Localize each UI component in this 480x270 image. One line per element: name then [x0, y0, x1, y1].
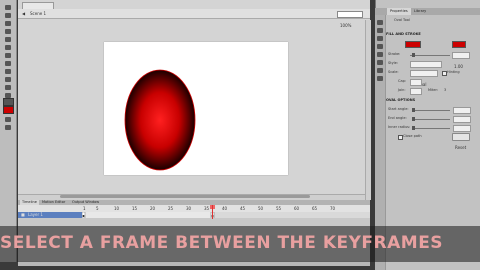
frame-number: 20 [150, 206, 156, 211]
fill-color-swatch[interactable] [3, 106, 14, 114]
eyedropper-tool-icon[interactable] [2, 116, 13, 123]
frame-number: 65 [312, 206, 318, 211]
edit-bar: ◀ Scene 1 [18, 9, 370, 19]
reset-button[interactable]: Reset [452, 133, 470, 150]
zoom-select[interactable]: 100% [337, 11, 363, 28]
frame-number: 35 [204, 206, 210, 211]
close-path-label: Close path [403, 134, 422, 138]
fill-stroke-section-title[interactable]: FILL AND STROKE [386, 32, 421, 37]
lasso-tool-icon[interactable] [2, 36, 13, 43]
frame-number: 50 [258, 206, 264, 211]
cap-label: Cap: [398, 79, 406, 83]
inner-radius-label: Inner radius: [388, 125, 411, 129]
align-icon[interactable] [377, 20, 383, 25]
actions-icon[interactable] [377, 76, 383, 81]
inner-radius-slider[interactable] [412, 128, 450, 129]
free-transform-tool-icon[interactable] [2, 20, 13, 27]
stroke-slider[interactable] [410, 55, 450, 56]
frame-number: 15 [132, 206, 138, 211]
start-angle-field[interactable]: 0.00 [453, 107, 471, 124]
layer-name-cell[interactable]: ■ Layer 1 [18, 212, 82, 218]
stroke-value: 1.00 [454, 64, 463, 69]
stroke-slider-knob[interactable] [412, 53, 415, 57]
info-icon[interactable] [377, 44, 383, 49]
frame-number: 1 [83, 206, 86, 211]
stroke-color-swatch[interactable] [3, 98, 14, 106]
stage[interactable] [104, 42, 288, 175]
eraser-tool-icon[interactable] [2, 124, 13, 131]
end-angle-field[interactable]: 0.00 [453, 116, 471, 133]
pen-tool-icon[interactable] [2, 44, 13, 51]
text-tool-icon[interactable] [2, 52, 13, 59]
color-icon[interactable] [377, 28, 383, 33]
zoom-value: 100% [340, 23, 352, 28]
inner-radius-field[interactable]: 0.00 [453, 125, 471, 142]
playhead[interactable] [212, 205, 213, 219]
selection-tool-icon[interactable] [2, 4, 13, 11]
hinting-label: Hinting [447, 70, 460, 74]
layer-frames[interactable] [82, 212, 370, 218]
horizontal-scroll-thumb[interactable] [60, 195, 310, 198]
end-angle-knob[interactable] [412, 117, 415, 121]
pencil-tool-icon[interactable] [2, 76, 13, 83]
components-icon[interactable] [377, 68, 383, 73]
line-tool-icon[interactable] [2, 60, 13, 67]
layer-name: Layer 1 [28, 212, 43, 217]
start-angle-label: Start angle: [388, 107, 409, 111]
scene-icon: ◀ [22, 11, 26, 16]
subselection-tool-icon[interactable] [2, 12, 13, 19]
3d-rotation-tool-icon[interactable] [2, 28, 13, 35]
stroke-color-chip[interactable] [405, 41, 421, 48]
cap-select[interactable] [410, 79, 422, 86]
frame-cells[interactable] [82, 212, 370, 218]
frame-number: 10 [114, 206, 120, 211]
oval-options-section-title[interactable]: OVAL OPTIONS [386, 98, 415, 103]
frame-number: 60 [294, 206, 300, 211]
frame-number: 40 [222, 206, 228, 211]
miter-value[interactable]: 3 [444, 88, 446, 93]
join-label: Join: [398, 88, 406, 92]
start-angle-knob[interactable] [412, 108, 415, 112]
end-angle-label: End angle: [388, 116, 407, 120]
tab-properties[interactable]: Properties [387, 8, 411, 15]
tools-panel [0, 0, 17, 262]
stroke-field[interactable]: 1.00 [452, 52, 470, 69]
style-label: Style: [388, 61, 398, 65]
document-tab[interactable]: Untitled-1* [22, 2, 54, 19]
oval-tool-icon[interactable] [2, 68, 13, 75]
swatches-icon[interactable] [377, 36, 383, 41]
vertical-scrollbar[interactable] [365, 20, 371, 200]
frame-number: 25 [168, 206, 174, 211]
frame-number: 45 [240, 206, 246, 211]
frame-number: 5 [96, 206, 99, 211]
properties-tabs: Properties Library [375, 8, 480, 15]
style-select[interactable] [410, 61, 442, 68]
red-oval-shape[interactable] [104, 42, 288, 175]
tab-library[interactable]: Library [411, 8, 429, 15]
miter-label: Miter: [428, 88, 439, 92]
scale-select[interactable]: Normal [410, 70, 438, 87]
frame-number: 30 [186, 206, 192, 211]
join-select[interactable] [410, 88, 422, 95]
end-angle-slider[interactable] [412, 119, 450, 120]
tool-name: Oval Tool [394, 18, 410, 22]
stroke-label: Stroke: [388, 52, 401, 56]
frame-number: 55 [276, 206, 282, 211]
scale-label: Scale: [388, 70, 399, 74]
inner-radius-knob[interactable] [412, 126, 415, 130]
caption-text: SELECT A FRAME BETWEEN THE KEYFRAMES [0, 233, 444, 253]
fill-color-chip[interactable] [452, 41, 466, 48]
start-angle-slider[interactable] [412, 110, 450, 111]
scene-label[interactable]: Scene 1 [30, 11, 46, 16]
layer-icon: ■ [21, 212, 25, 217]
brush-tool-icon[interactable] [2, 84, 13, 91]
transform-icon[interactable] [377, 52, 383, 57]
reset-label: Reset [455, 145, 467, 150]
frame-number: 70 [330, 206, 336, 211]
history-icon[interactable] [377, 60, 383, 65]
